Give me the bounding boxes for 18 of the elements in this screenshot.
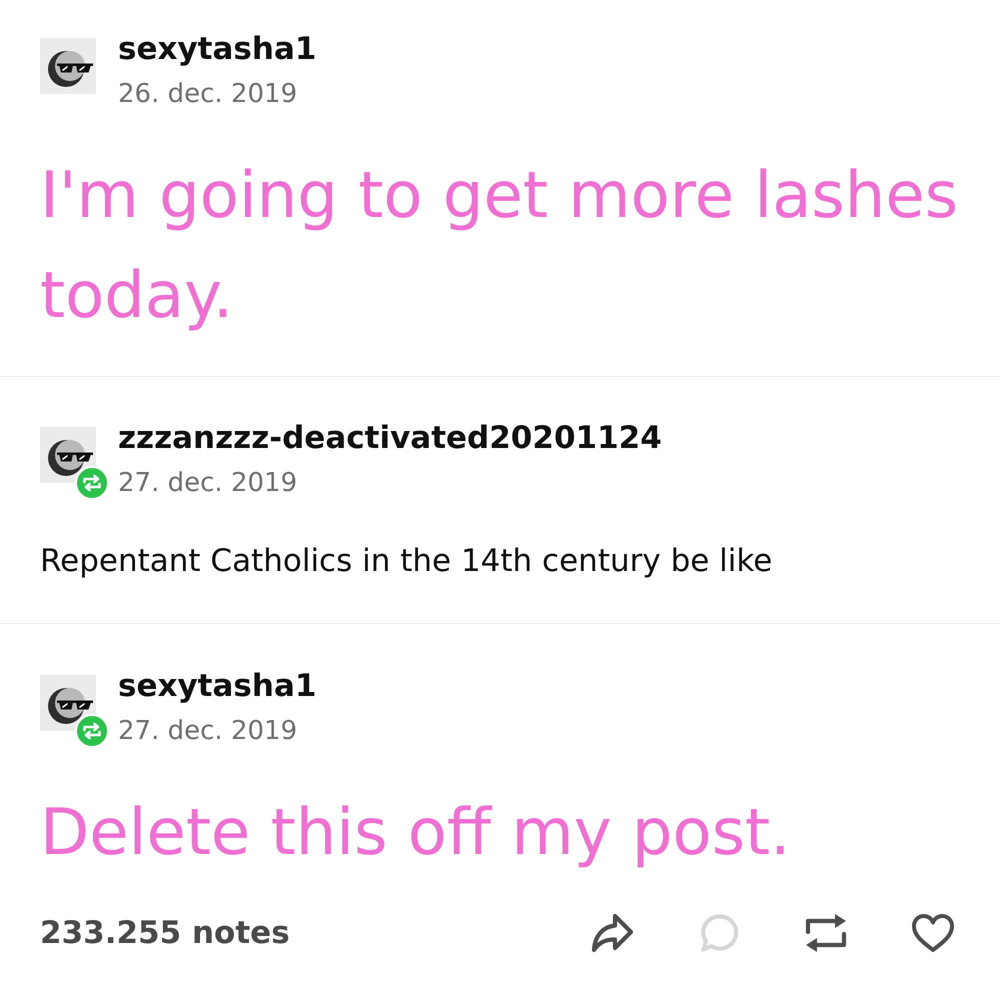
username[interactable]: sexytasha1 (118, 31, 316, 67)
like-button[interactable] (911, 913, 955, 953)
post-text: Delete this off my post. (40, 795, 792, 872)
sunglasses-avatar-icon (40, 675, 96, 731)
post-text: I'm going to get more lashes today. (40, 158, 960, 335)
username[interactable]: zzzanzzz-deactivated20201124 (118, 420, 662, 456)
username[interactable]: sexytasha1 (118, 668, 316, 704)
post-date: 26. dec. 2019 (118, 78, 298, 110)
share-button[interactable] (590, 913, 634, 953)
share-icon (590, 913, 634, 953)
heart-icon (911, 913, 955, 953)
repeat-arrows-icon (804, 913, 848, 953)
notes-count[interactable]: 233.255 notes (40, 909, 290, 957)
post-date: 27. dec. 2019 (118, 467, 298, 499)
sunglasses-avatar-icon (40, 427, 96, 483)
post-date: 27. dec. 2019 (118, 715, 298, 747)
post-text: Repentant Catholics in the 14th century be like (40, 542, 774, 581)
reblog-button[interactable] (804, 913, 848, 953)
